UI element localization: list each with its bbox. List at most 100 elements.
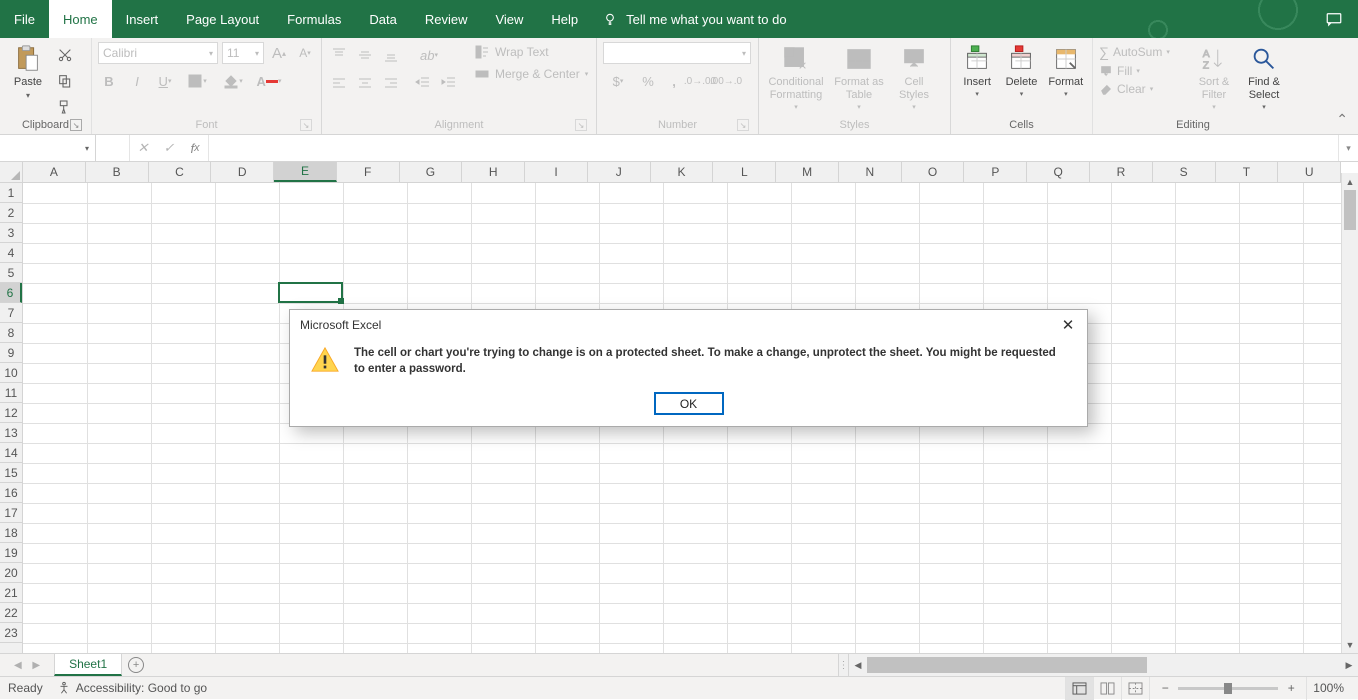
tab-review[interactable]: Review xyxy=(411,0,482,38)
font-name-combo[interactable]: Calibri▾ xyxy=(98,42,218,64)
row-header-22[interactable]: 22 xyxy=(0,603,22,623)
formula-input[interactable] xyxy=(209,135,1338,161)
col-header-G[interactable]: G xyxy=(400,162,463,182)
row-header-15[interactable]: 15 xyxy=(0,463,22,483)
row-header-19[interactable]: 19 xyxy=(0,543,22,563)
col-header-S[interactable]: S xyxy=(1153,162,1216,182)
horizontal-scrollbar[interactable]: ⋮ ◀ ▶ xyxy=(838,654,1358,676)
dialog-close-button[interactable]: ✕ xyxy=(1053,310,1083,340)
conditional-formatting-button[interactable]: Conditional Formatting▾ xyxy=(765,42,827,113)
align-middle-button[interactable] xyxy=(354,44,376,66)
col-header-C[interactable]: C xyxy=(149,162,212,182)
decrease-indent-button[interactable] xyxy=(412,72,434,94)
orientation-button[interactable]: ab▾ xyxy=(412,44,446,66)
wrap-text-button[interactable]: Wrap Text xyxy=(474,44,588,60)
row-header-17[interactable]: 17 xyxy=(0,503,22,523)
tab-home[interactable]: Home xyxy=(49,0,112,38)
col-header-L[interactable]: L xyxy=(713,162,776,182)
find-select-button[interactable]: Find & Select▾ xyxy=(1241,42,1287,113)
decrease-decimal-button[interactable]: .00→.0 xyxy=(715,70,737,92)
scroll-up-arrow[interactable]: ▲ xyxy=(1342,173,1358,190)
zoom-slider[interactable] xyxy=(1178,687,1278,690)
increase-decimal-button[interactable]: .0→.00 xyxy=(689,70,711,92)
name-box[interactable]: ▾ xyxy=(0,135,96,161)
col-header-B[interactable]: B xyxy=(86,162,149,182)
format-as-table-button[interactable]: Format as Table▾ xyxy=(831,42,887,113)
zoom-in-button[interactable]: + xyxy=(1284,681,1298,695)
split-handle[interactable]: ⋮ xyxy=(839,654,849,676)
comments-icon[interactable] xyxy=(1325,10,1343,28)
row-header-13[interactable]: 13 xyxy=(0,423,22,443)
col-header-K[interactable]: K xyxy=(651,162,714,182)
underline-button[interactable]: U▾ xyxy=(154,70,176,92)
shrink-font-button[interactable]: A▾ xyxy=(294,42,316,64)
col-header-U[interactable]: U xyxy=(1278,162,1341,182)
tell-me-search[interactable]: Tell me what you want to do xyxy=(592,0,796,38)
align-left-button[interactable] xyxy=(328,72,350,94)
row-header-11[interactable]: 11 xyxy=(0,383,22,403)
zoom-level[interactable]: 100% xyxy=(1306,677,1350,700)
font-launcher[interactable]: ↘ xyxy=(300,119,312,131)
row-header-2[interactable]: 2 xyxy=(0,203,22,223)
expand-formula-bar[interactable]: ▾ xyxy=(1338,135,1358,161)
zoom-knob[interactable] xyxy=(1224,683,1232,694)
align-top-button[interactable] xyxy=(328,44,350,66)
page-break-view-button[interactable] xyxy=(1121,677,1149,700)
row-header-14[interactable]: 14 xyxy=(0,443,22,463)
cancel-formula-button[interactable]: ✕ xyxy=(130,140,156,156)
cell-styles-button[interactable]: Cell Styles▾ xyxy=(891,42,937,113)
italic-button[interactable]: I xyxy=(126,70,148,92)
sort-filter-button[interactable]: AZ Sort & Filter▾ xyxy=(1191,42,1237,113)
tab-view[interactable]: View xyxy=(481,0,537,38)
currency-button[interactable]: $▾ xyxy=(603,70,633,92)
row-header-3[interactable]: 3 xyxy=(0,223,22,243)
autosum-button[interactable]: ∑AutoSum▾ xyxy=(1099,44,1187,60)
row-header-12[interactable]: 12 xyxy=(0,403,22,423)
row-header-10[interactable]: 10 xyxy=(0,363,22,383)
page-layout-view-button[interactable] xyxy=(1093,677,1121,700)
tab-data[interactable]: Data xyxy=(355,0,410,38)
collapse-ribbon-button[interactable]: ⌃ xyxy=(1336,111,1348,128)
dialog-ok-button[interactable]: OK xyxy=(655,393,723,414)
row-header-5[interactable]: 5 xyxy=(0,263,22,283)
tab-insert[interactable]: Insert xyxy=(112,0,173,38)
row-header-6[interactable]: 6 xyxy=(0,283,22,303)
col-header-F[interactable]: F xyxy=(337,162,400,182)
col-header-P[interactable]: P xyxy=(964,162,1027,182)
cut-button[interactable] xyxy=(54,44,76,66)
tab-page-layout[interactable]: Page Layout xyxy=(172,0,273,38)
scroll-right-arrow[interactable]: ▶ xyxy=(1340,654,1358,676)
tab-help[interactable]: Help xyxy=(537,0,592,38)
col-header-H[interactable]: H xyxy=(462,162,525,182)
enter-formula-button[interactable]: ✓ xyxy=(156,140,182,156)
delete-cells-button[interactable]: Delete▾ xyxy=(1001,42,1041,100)
col-header-R[interactable]: R xyxy=(1090,162,1153,182)
format-painter-button[interactable] xyxy=(54,96,76,118)
row-header-9[interactable]: 9 xyxy=(0,343,22,363)
col-header-D[interactable]: D xyxy=(211,162,274,182)
vertical-scrollbar[interactable]: ▲ ▼ xyxy=(1341,173,1358,653)
select-all-button[interactable] xyxy=(0,162,23,183)
vscroll-thumb[interactable] xyxy=(1344,190,1356,230)
column-headers[interactable]: ABCDEFGHIJKLMNOPQRSTU xyxy=(23,162,1341,183)
percent-button[interactable]: % xyxy=(637,70,659,92)
row-header-7[interactable]: 7 xyxy=(0,303,22,323)
number-launcher[interactable]: ↘ xyxy=(737,119,749,131)
col-header-N[interactable]: N xyxy=(839,162,902,182)
row-header-8[interactable]: 8 xyxy=(0,323,22,343)
bold-button[interactable]: B xyxy=(98,70,120,92)
copy-button[interactable] xyxy=(54,70,76,92)
row-header-1[interactable]: 1 xyxy=(0,183,22,203)
row-header-4[interactable]: 4 xyxy=(0,243,22,263)
col-header-I[interactable]: I xyxy=(525,162,588,182)
fill-button[interactable]: Fill▾ xyxy=(1099,64,1187,78)
merge-center-button[interactable]: Merge & Center ▾ xyxy=(474,66,588,82)
increase-indent-button[interactable] xyxy=(438,72,460,94)
align-bottom-button[interactable] xyxy=(380,44,402,66)
align-right-button[interactable] xyxy=(380,72,402,94)
row-header-16[interactable]: 16 xyxy=(0,483,22,503)
insert-cells-button[interactable]: Insert▾ xyxy=(957,42,997,100)
row-header-20[interactable]: 20 xyxy=(0,563,22,583)
active-cell[interactable] xyxy=(278,282,343,303)
sheet-nav[interactable]: ◀ ▶ xyxy=(0,654,54,676)
